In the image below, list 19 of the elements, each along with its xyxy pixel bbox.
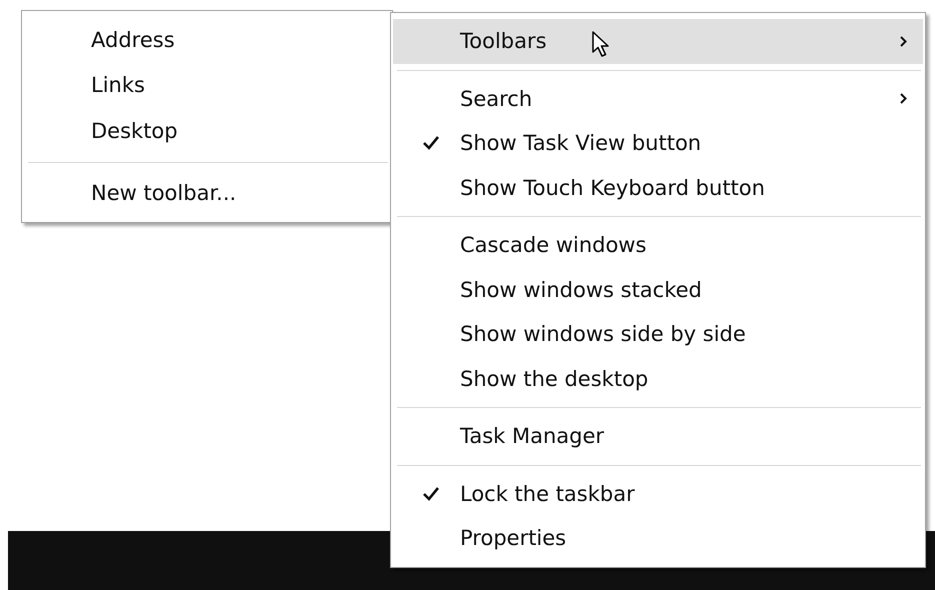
menu-item[interactable]: Show Touch Keyboard button <box>393 166 923 210</box>
chevron-right-icon <box>900 36 907 47</box>
menu-item[interactable]: Search <box>393 76 923 121</box>
menu-item[interactable]: Lock the taskbar <box>393 472 923 516</box>
menu-item[interactable]: Show Task View button <box>393 121 923 166</box>
menu-item[interactable]: Links <box>24 62 390 108</box>
menu-item[interactable]: New toolbar... <box>24 170 390 216</box>
checkmark-icon <box>423 136 439 150</box>
menu-item[interactable]: Desktop <box>24 108 390 154</box>
menu-item[interactable]: Show windows side by side <box>393 312 923 356</box>
menu-item[interactable]: Address <box>24 17 390 62</box>
menu-item[interactable]: Task Manager <box>393 414 923 458</box>
chevron-right-icon <box>900 93 907 104</box>
menu-item[interactable]: Show the desktop <box>393 356 923 401</box>
menu-item[interactable]: Toolbars <box>393 19 923 64</box>
menu-item[interactable]: Cascade windows <box>393 223 923 268</box>
menu-item[interactable]: Show windows stacked <box>393 268 923 312</box>
menu-item[interactable]: Properties <box>393 516 923 560</box>
checkmark-icon <box>423 486 439 501</box>
